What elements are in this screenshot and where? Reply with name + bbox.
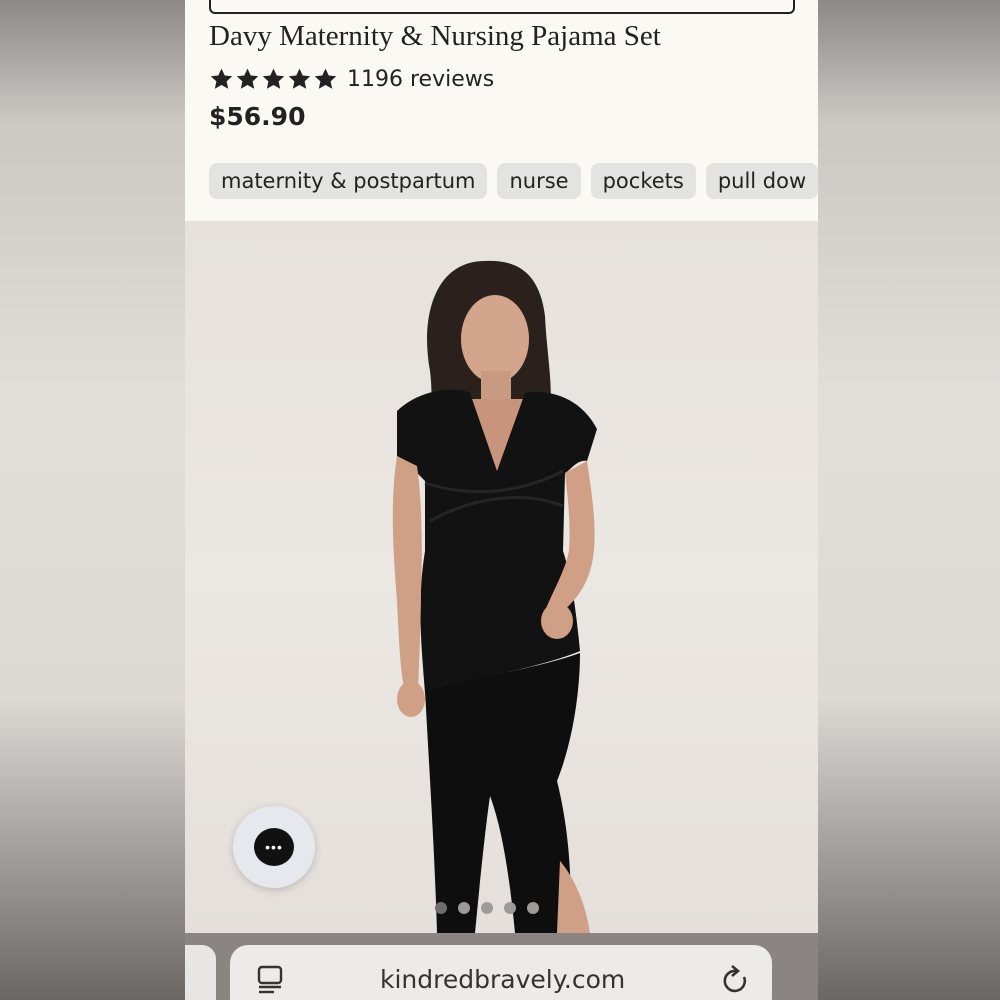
gallery-dot[interactable] [458,902,470,914]
phone-screen: Davy Maternity & Nursing Pajama Set 1196… [185,0,818,1000]
price: $56.90 [209,102,306,131]
address-bar[interactable]: kindredbravely.com [230,945,772,1000]
reader-mode-icon[interactable] [256,965,284,1000]
product-header: Davy Maternity & Nursing Pajama Set 1196… [185,0,818,221]
tag-nurse[interactable]: nurse [497,163,581,199]
blurred-background-left [0,0,185,1000]
browser-toolbar: kindredbravely.com [185,933,818,1000]
review-count[interactable]: 1196 reviews [347,67,494,92]
tag-pull-down[interactable]: pull dow [705,163,818,199]
gallery-dot[interactable] [504,902,516,914]
chat-button[interactable]: ••• [233,806,315,888]
gallery-dots [435,902,539,914]
reload-icon[interactable] [720,965,750,1000]
tag-maternity-postpartum[interactable]: maternity & postpartum [209,163,488,199]
select-box[interactable] [209,0,795,14]
previous-tab[interactable] [185,945,216,1000]
star-icon [261,67,286,92]
star-icon [209,67,234,92]
star-icon [235,67,260,92]
gallery-dot[interactable] [527,902,539,914]
star-icon [287,67,312,92]
star-icon [313,67,338,92]
gallery-dot[interactable] [481,902,493,914]
gallery-dot[interactable] [435,902,447,914]
url-text[interactable]: kindredbravely.com [380,965,625,994]
product-image[interactable]: ••• [185,221,818,933]
product-title: Davy Maternity & Nursing Pajama Set [209,20,661,52]
rating[interactable]: 1196 reviews [209,64,494,94]
blurred-background-right [818,0,1000,1000]
tag-pockets[interactable]: pockets [590,163,696,199]
chat-icon: ••• [254,828,294,866]
tag-list: maternity & postpartum nurse pockets pul… [209,163,818,199]
star-rating [209,67,338,92]
